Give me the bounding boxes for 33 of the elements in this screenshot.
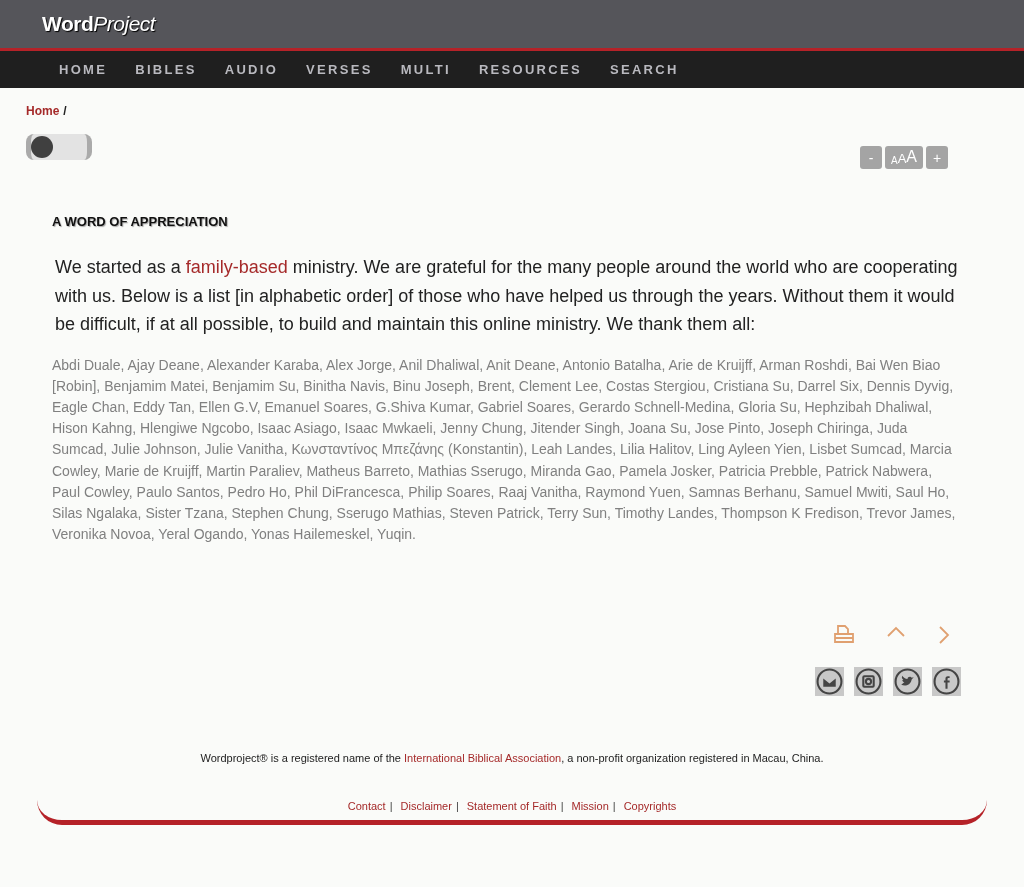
bird-icon [894, 668, 921, 696]
theme-toggle[interactable] [26, 134, 92, 160]
footer-link[interactable]: Statement of Faith [466, 800, 557, 813]
link-separator: | [560, 800, 564, 813]
nav-link[interactable]: SEARCH [609, 62, 679, 77]
nav-link[interactable]: HOME [59, 62, 108, 77]
footer-link[interactable]: Contact [347, 800, 386, 813]
nav-link[interactable]: VERSES [306, 62, 373, 77]
section-heading: A WORD OF APPRECIATION [52, 214, 229, 229]
footer-link[interactable]: Disclaimer [400, 800, 452, 813]
family-based-link[interactable]: family-based [185, 257, 288, 277]
instagram-button[interactable] [854, 667, 883, 697]
link-separator: | [389, 800, 393, 813]
site-logo[interactable]: WordProject [42, 12, 156, 36]
footer-text: Wordproject® is a registered name of the International Biblical Association, a non-profit organization registered in Macau, China. [199, 752, 825, 765]
nav-link[interactable]: MULTI [400, 62, 451, 77]
footer-link[interactable]: Copyrights [623, 800, 677, 813]
footer-link[interactable]: Mission [571, 800, 609, 813]
intro-paragraph: We started as a family-based ministry. We are grateful for the many people around the world who are cooperating with us. Below is a list [in alphabetic order] of those who have helped us through the years. Without them it would be difficult, if at all possible, to build and maintain this online ministry. We thank them all: [55, 256, 959, 336]
breadcrumb-separator: / [63, 104, 67, 118]
bird-button[interactable] [893, 667, 922, 697]
facebook-icon [933, 668, 960, 696]
facebook-button[interactable] [932, 667, 961, 697]
instagram-icon [855, 668, 882, 696]
link-separator: | [612, 800, 616, 813]
breadcrumb-link[interactable]: Home [26, 104, 60, 118]
email-icon [816, 668, 843, 696]
link-separator: | [455, 800, 459, 813]
nav-link[interactable]: RESOURCES [478, 62, 582, 77]
names-list: Abdi Duale, Ajay Deane, Alexander Karaba, Alex Jorge, Anil Dhaliwal, Anit Deane, Antonio Batalha, Arie de Kruijff, Arman Roshdi, Bai Wen Biao [Robin], Benjamim Matei, Benjamim Su, Binitha Navis, Binu Joseph, Brent, Clement Lee, Costas Stergiou, Cristiana Su, Darrel Six, Dennis Dyvig, Eagle Chan, Eddy Tan, Ellen G.V, Emanuel Soares, G.Shiva Kumar, Gabriel Soares, Gerardo Schnell-Medina, Gloria Su, Hephzibah Dhaliwal, Hison Kahng, Hlengiwe Ngcobo, Isaac Asiago, Isaac Mwkaeli, Jenny Chung, Jitender Singh, Joana Su, Jose Pinto, Joseph Chiringa, Juda Sumcad, Julie Johnson, Julie Vanitha, Κωνσταντίνος Μπεζάνης (Konstantin), Leah Landes, Lilia Halitov, Ling Ayleen Yien, Lisbet Sumcad, Marcia Cowley, Marie de Kruijff, Martin Paraliev, Matheus Barreto, Mathias Sserugo, Miranda Gao, Pamela Josker, Patricia Prebble, Patrick Nabwera, Paul Cowley, Paulo Santos, Pedro Ho, Phil DiFrancesca, Philip Soares, Raaj Vanitha, Raymond Yuen, Samnas Berhanu, Samuel Mwiti, Saul Ho, Silas Ngalaka, Sister Tzana, Stephen Chung, Sserugo Mathias, Steven Patrick, Terry Sun, Timothy Landes, Thompson K Fredison, Trevor James, Veronika Novoa, Yeral Ogando, Yonas Hailemeskel, Yuqin. [52, 354, 962, 546]
nav-link[interactable]: AUDIO [224, 62, 279, 77]
nav-link[interactable]: BIBLES [135, 62, 197, 77]
email-button[interactable] [815, 667, 844, 697]
